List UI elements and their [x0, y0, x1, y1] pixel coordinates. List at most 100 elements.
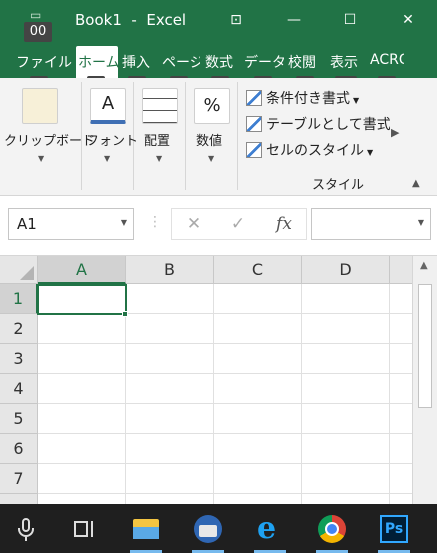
fill-handle[interactable]: [122, 311, 128, 317]
row-header-2[interactable]: 2: [0, 314, 38, 344]
grid-cell[interactable]: [302, 404, 390, 434]
grid-cell[interactable]: [390, 344, 412, 374]
tab-home[interactable]: ホーム: [76, 46, 118, 78]
grid-cell[interactable]: [38, 344, 126, 374]
row-header-3[interactable]: 3: [0, 344, 38, 374]
font-group[interactable]: A フォント ▼: [82, 82, 138, 190]
worksheet-grid[interactable]: A B C D 1 2 3 4 5 6 7: [0, 256, 412, 504]
name-box[interactable]: A1 ▼: [8, 208, 134, 240]
grid-cell[interactable]: [38, 404, 126, 434]
grid-cell[interactable]: [302, 314, 390, 344]
grid-cell[interactable]: [126, 494, 214, 504]
grid-cell[interactable]: [214, 494, 302, 504]
cell-styles-button[interactable]: セルのスタイル ▼: [246, 140, 373, 162]
grid-cell[interactable]: [214, 284, 302, 314]
grid-cell[interactable]: [38, 374, 126, 404]
chevron-down-icon[interactable]: ▼: [121, 218, 127, 227]
grid-cell[interactable]: [390, 374, 412, 404]
tab-view[interactable]: 表示: [330, 52, 358, 72]
grid-cell[interactable]: [126, 404, 214, 434]
ribbon-display-options-icon[interactable]: ⊡: [224, 8, 248, 32]
grid-cell[interactable]: [214, 344, 302, 374]
grid-cell[interactable]: [38, 464, 126, 494]
photoshop-icon[interactable]: Ps: [376, 511, 412, 553]
tab-page-layout[interactable]: ページ: [162, 52, 200, 72]
close-button[interactable]: ✕: [396, 8, 420, 32]
column-header-b[interactable]: B: [126, 256, 214, 284]
row-header-5[interactable]: 5: [0, 404, 38, 434]
grid-cell[interactable]: [126, 464, 214, 494]
column-header-a[interactable]: A: [38, 256, 126, 284]
conditional-formatting-button[interactable]: 条件付き書式 ▼: [246, 88, 359, 110]
thunderbird-icon[interactable]: [190, 511, 226, 553]
grid-cell[interactable]: [38, 494, 126, 504]
grid-cell[interactable]: [214, 434, 302, 464]
column-header-c[interactable]: C: [214, 256, 302, 284]
grid-cell[interactable]: [302, 434, 390, 464]
grid-cell[interactable]: [302, 464, 390, 494]
scroll-thumb[interactable]: [418, 284, 432, 408]
grid-cell[interactable]: [214, 404, 302, 434]
column-header-partial[interactable]: [390, 256, 412, 284]
internet-explorer-icon[interactable]: e: [252, 511, 288, 553]
formula-input[interactable]: ▼: [311, 208, 431, 240]
grid-cell[interactable]: [214, 374, 302, 404]
grid-cell[interactable]: [38, 314, 126, 344]
format-as-table-button[interactable]: テーブルとして書式設: [246, 114, 390, 136]
ribbon-scroll-right-icon[interactable]: ▶: [391, 126, 399, 139]
grid-cell[interactable]: [214, 464, 302, 494]
tab-file[interactable]: ファイル: [16, 52, 72, 72]
tab-acrobat[interactable]: ACRO: [370, 52, 404, 68]
save-icon[interactable]: ▭: [30, 8, 41, 22]
grid-cell[interactable]: [302, 494, 390, 504]
row-header-8[interactable]: [0, 494, 38, 504]
row-header-6[interactable]: 6: [0, 434, 38, 464]
grid-cell[interactable]: [390, 404, 412, 434]
grid-cell[interactable]: [390, 494, 412, 504]
clipboard-group[interactable]: クリップボード ▼: [0, 82, 95, 190]
font-color-icon: A: [90, 88, 126, 124]
select-all-button[interactable]: [0, 256, 38, 284]
row-header-7[interactable]: 7: [0, 464, 38, 494]
microphone-icon[interactable]: [8, 511, 44, 547]
row-header-1[interactable]: 1: [0, 284, 38, 314]
grid-cell[interactable]: [302, 284, 390, 314]
grid-cell[interactable]: [302, 344, 390, 374]
minimize-button[interactable]: —: [282, 8, 306, 32]
tab-review[interactable]: 校閲: [288, 52, 316, 72]
enter-icon[interactable]: ✓: [222, 208, 254, 240]
chrome-icon[interactable]: [314, 511, 350, 553]
grid-cell[interactable]: [390, 464, 412, 494]
collapse-ribbon-icon[interactable]: ▲: [412, 178, 420, 189]
active-cell[interactable]: [37, 284, 127, 315]
insert-function-icon[interactable]: fx: [268, 208, 300, 240]
alignment-group[interactable]: 配置 ▼: [134, 82, 186, 190]
grid-cell[interactable]: [302, 374, 390, 404]
grid-cell[interactable]: [126, 314, 214, 344]
task-view-icon[interactable]: [66, 511, 102, 547]
grid-cell[interactable]: [126, 344, 214, 374]
formula-bar: A1 ▼ ⋮ ✕ ✓ fx ▼: [0, 196, 437, 256]
maximize-button[interactable]: ☐: [338, 8, 362, 32]
grid-cell[interactable]: [214, 314, 302, 344]
chevron-down-icon[interactable]: ▼: [418, 218, 424, 227]
grid-cell[interactable]: [126, 374, 214, 404]
column-header-d[interactable]: D: [302, 256, 390, 284]
file-explorer-icon[interactable]: [128, 511, 164, 553]
scroll-up-icon[interactable]: ▲: [420, 260, 428, 271]
grid-cell[interactable]: [390, 284, 412, 314]
grid-cell[interactable]: [390, 434, 412, 464]
cancel-icon[interactable]: ✕: [178, 208, 210, 240]
row-header-4[interactable]: 4: [0, 374, 38, 404]
tab-formulas[interactable]: 数式: [205, 52, 233, 72]
grid-cell[interactable]: [390, 314, 412, 344]
grid-cell[interactable]: [126, 434, 214, 464]
align-icon: [142, 88, 178, 124]
tab-data[interactable]: データ: [244, 52, 284, 72]
grid-cell[interactable]: [38, 434, 126, 464]
chevron-down-icon: ▼: [156, 154, 163, 163]
tab-insert[interactable]: 挿入: [122, 52, 150, 72]
number-group[interactable]: % 数値 ▼: [186, 82, 238, 190]
grid-cell[interactable]: [126, 284, 214, 314]
vertical-scrollbar[interactable]: ▲: [412, 256, 437, 504]
